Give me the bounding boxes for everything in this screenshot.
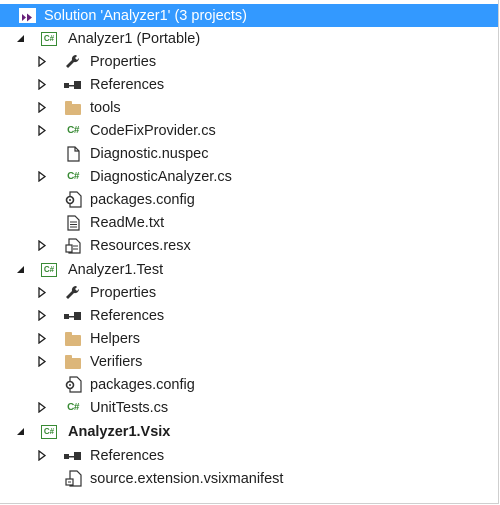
solution-node[interactable]: Solution 'Analyzer1' (3 projects)	[0, 4, 498, 27]
tree-item-label: References	[90, 447, 165, 464]
tree-item-verifiers[interactable]: Verifiers	[0, 350, 498, 373]
project-node-analyzer1-vsix[interactable]: C# Analyzer1.Vsix	[0, 420, 498, 443]
tree-item-label: DiagnosticAnalyzer.cs	[90, 168, 232, 185]
tree-item-label: References	[90, 307, 165, 324]
csharp-project-icon: C#	[40, 423, 58, 441]
references-icon	[64, 76, 82, 94]
folder-icon	[64, 353, 82, 371]
expanded-arrow-icon[interactable]	[14, 33, 26, 45]
config-file-icon	[64, 376, 82, 394]
tree-item-resources-resx[interactable]: Resources.resx	[0, 234, 498, 257]
project-node-analyzer1-test[interactable]: C# Analyzer1.Test	[0, 258, 498, 281]
folder-icon	[64, 99, 82, 117]
collapsed-arrow-icon[interactable]	[36, 102, 48, 114]
tree-item-label: Analyzer1 (Portable)	[68, 30, 201, 47]
folder-icon	[64, 330, 82, 348]
tree-item-label: References	[90, 76, 165, 93]
tree-item-readme[interactable]: ReadMe.txt	[0, 211, 498, 234]
tree-item-codefixprovider[interactable]: C# CodeFixProvider.cs	[0, 119, 498, 142]
tree-item-label: Properties	[90, 284, 157, 301]
collapsed-arrow-icon[interactable]	[36, 79, 48, 91]
collapsed-arrow-icon[interactable]	[36, 287, 48, 299]
manifest-file-icon	[64, 470, 82, 488]
tree-item-label: Analyzer1.Vsix	[68, 423, 171, 440]
tree-item-label: Diagnostic.nuspec	[90, 145, 209, 162]
tree-item-diagnostic-nuspec[interactable]: Diagnostic.nuspec	[0, 142, 498, 165]
solution-icon	[18, 7, 36, 25]
collapsed-arrow-icon[interactable]	[36, 125, 48, 137]
config-file-icon	[64, 191, 82, 209]
tree-item-label: Helpers	[90, 330, 140, 347]
tree-item-label: source.extension.vsixmanifest	[90, 470, 284, 487]
references-icon	[64, 447, 82, 465]
csharp-file-icon: C#	[67, 125, 79, 136]
collapsed-arrow-icon[interactable]	[36, 310, 48, 322]
tree-item-label: ReadMe.txt	[90, 214, 165, 231]
tree-item-properties[interactable]: Properties	[0, 281, 498, 304]
resource-file-icon	[64, 237, 82, 255]
tree-item-helpers[interactable]: Helpers	[0, 327, 498, 350]
file-icon	[64, 145, 82, 163]
text-file-icon	[64, 214, 82, 232]
collapsed-arrow-icon[interactable]	[36, 171, 48, 183]
collapsed-arrow-icon[interactable]	[36, 56, 48, 68]
tree-item-references[interactable]: References	[0, 444, 498, 467]
csharp-file-icon: C#	[67, 171, 79, 182]
solution-explorer-tree: Solution 'Analyzer1' (3 projects) C# Ana…	[0, 0, 499, 504]
project-node-analyzer1-portable[interactable]: C# Analyzer1 (Portable)	[0, 27, 498, 50]
tree-item-label: CodeFixProvider.cs	[90, 122, 216, 139]
tree-item-diagnosticanalyzer[interactable]: C# DiagnosticAnalyzer.cs	[0, 165, 498, 188]
references-icon	[64, 307, 82, 325]
tree-item-label: tools	[90, 99, 121, 116]
collapsed-arrow-icon[interactable]	[36, 333, 48, 345]
tree-item-label: packages.config	[90, 376, 195, 393]
tree-item-vsixmanifest[interactable]: source.extension.vsixmanifest	[0, 467, 498, 490]
tree-item-unittests[interactable]: C# UnitTests.cs	[0, 396, 498, 419]
tree-item-label: Properties	[90, 53, 157, 70]
wrench-icon	[64, 284, 82, 302]
tree-item-label: packages.config	[90, 191, 195, 208]
solution-label: Solution 'Analyzer1' (3 projects)	[44, 7, 247, 24]
tree-item-references[interactable]: References	[0, 304, 498, 327]
tree-item-label: UnitTests.cs	[90, 399, 169, 416]
tree-item-packages-config[interactable]: packages.config	[0, 373, 498, 396]
tree-item-label: Verifiers	[90, 353, 143, 370]
tree-item-properties[interactable]: Properties	[0, 50, 498, 73]
collapsed-arrow-icon[interactable]	[36, 240, 48, 252]
expanded-arrow-icon[interactable]	[14, 426, 26, 438]
collapsed-arrow-icon[interactable]	[36, 356, 48, 368]
collapsed-arrow-icon[interactable]	[36, 450, 48, 462]
csharp-file-icon: C#	[67, 402, 79, 413]
expanded-arrow-icon[interactable]	[14, 264, 26, 276]
tree-item-label: Analyzer1.Test	[68, 261, 164, 278]
collapsed-arrow-icon[interactable]	[36, 402, 48, 414]
tree-item-packages-config[interactable]: packages.config	[0, 188, 498, 211]
tree-item-label: Resources.resx	[90, 237, 191, 254]
tree-item-references[interactable]: References	[0, 73, 498, 96]
wrench-icon	[64, 53, 82, 71]
tree-item-tools[interactable]: tools	[0, 96, 498, 119]
csharp-project-icon: C#	[40, 30, 58, 48]
csharp-project-icon: C#	[40, 261, 58, 279]
